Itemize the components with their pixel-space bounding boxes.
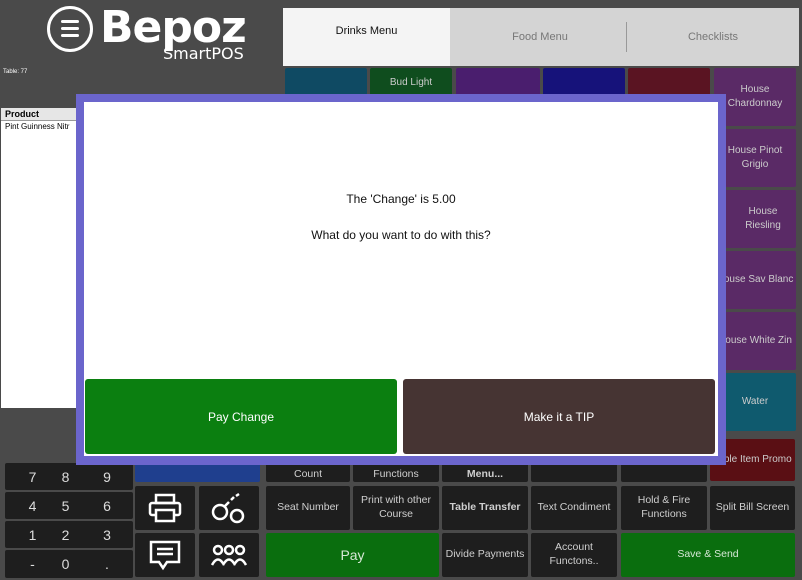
table-label: Table: 77 [3, 69, 28, 75]
drink-button-label: Water [741, 396, 769, 407]
drink-button-house-white-zin[interactable]: House White Zin [714, 312, 796, 370]
customers-button[interactable] [199, 533, 259, 577]
save-send-button[interactable]: Save & Send [621, 533, 795, 577]
drink-button-label: House Riesling [745, 206, 781, 231]
keypad-key-3[interactable]: 3 [81, 521, 133, 548]
drink-button-label: House White Zin [718, 335, 792, 346]
group-icon [210, 544, 248, 566]
drink-button-label: Bud Light [389, 77, 433, 88]
pay-change-button[interactable]: Pay Change [85, 379, 397, 454]
bill-split-button[interactable] [199, 486, 259, 530]
drink-button-house-riesling[interactable]: House Riesling [714, 190, 796, 248]
brand-subtitle: SmartPOS [163, 44, 244, 63]
button-label: Count [293, 468, 323, 481]
order-product-list[interactable]: Product Pint Guinness Nitr [1, 108, 81, 408]
pay-button[interactable]: Pay [266, 533, 439, 577]
drink-button-house-sav-blanc[interactable]: House Sav Blanc [714, 251, 796, 309]
print-with-other-course-button[interactable]: Print with other Course [353, 486, 439, 530]
split-bill-screen-button[interactable]: Split Bill Screen [710, 486, 795, 530]
drink-button-label: House Sav Blanc [716, 274, 794, 285]
divide-payments-button[interactable]: Divide Payments [442, 533, 528, 577]
tab-drinks-menu[interactable]: Drinks Menu [283, 8, 450, 66]
logo-area: Bepoz SmartPOS [0, 0, 283, 68]
drink-button-house-chardonnay[interactable]: House Chardonnay [714, 68, 796, 126]
button-label: Menu... [466, 468, 504, 481]
tab-divider [626, 22, 627, 52]
seat-number-button[interactable]: Seat Number [266, 486, 350, 530]
message-button[interactable] [135, 533, 195, 577]
keypad-key-6[interactable]: 6 [81, 492, 133, 519]
change-question: What do you want to do with this? [311, 228, 491, 242]
drink-button-water[interactable]: Water [714, 373, 796, 431]
handcuffs-icon [211, 492, 245, 524]
table-transfer-button[interactable]: Table Transfer [442, 486, 528, 530]
account-functions-button[interactable]: Account Functons.. [531, 533, 617, 577]
make-tip-button[interactable]: Make it a TIP [403, 379, 715, 454]
keypad-key-9[interactable]: 9 [81, 463, 133, 490]
menu-icon[interactable] [47, 6, 93, 52]
keypad-key-dot[interactable]: . [81, 550, 133, 578]
print-button[interactable] [135, 486, 195, 530]
tab-food-menu[interactable]: Food Menu [455, 8, 625, 66]
change-amount-message: The 'Change' is 5.00 [346, 192, 456, 206]
drink-button-house-pinot-grigio[interactable]: House Pinot Grigio [714, 129, 796, 187]
drink-button-label: House Pinot Grigio [727, 145, 783, 170]
list-item[interactable]: Pint Guinness Nitr [1, 121, 81, 132]
message-icon [149, 540, 181, 571]
printer-icon [148, 493, 182, 523]
hold-fire-functions-button[interactable]: Hold & Fire Functions [621, 486, 707, 530]
button-label: Functions [373, 468, 419, 481]
text-condiment-button[interactable]: Text Condiment [531, 486, 617, 530]
drink-button-label: House Chardonnay [727, 84, 783, 109]
menu-tabs: Drinks Menu Food Menu Checklists [283, 0, 802, 66]
tab-checklists[interactable]: Checklists [628, 8, 798, 66]
product-column-header: Product [1, 108, 81, 121]
